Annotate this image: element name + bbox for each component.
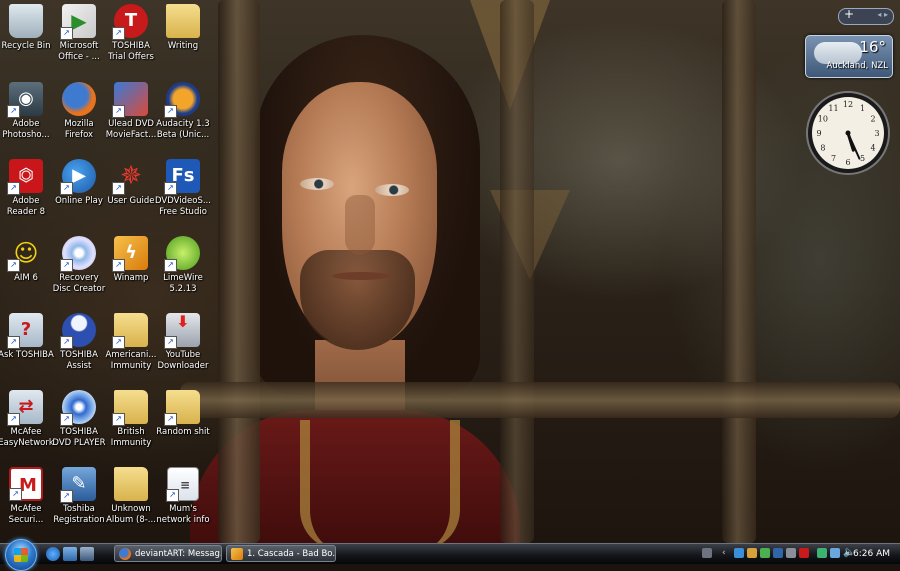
winamp-icon: ϟ ↗ [112,236,148,272]
desktop-icon-label: Mum's network info [156,504,210,525]
mcafee-icon: M ↗ [9,467,43,501]
desktop-icon-label: Writing [167,41,199,51]
clock-numeral: 3 [874,129,879,138]
windows-logo-icon [14,548,28,562]
clock-numeral: 9 [816,129,821,138]
desktop-icon-label: Random shit [156,427,210,437]
network-icon[interactable] [734,548,744,558]
internet-explorer-icon[interactable] [46,547,60,561]
wallpaper-gate-bar [722,0,756,543]
wallpaper-gate-bar [500,0,534,543]
limewire-icon: ↗ [164,236,200,272]
winamp-icon [231,548,243,560]
camera-icon: ◉ ↗ [7,82,43,118]
office-icon: ▶ ↗ [60,4,96,40]
wallpaper-robe-trim [300,420,460,543]
desktop-icon-label: YouTube Downloader [157,350,209,371]
mcafee-network-icon: ⇄ ↗ [7,390,43,426]
toshiba-icon: T ↗ [112,4,148,40]
weather-temperature: 16° [859,38,886,56]
desktop-icon-youtube-downloader[interactable]: ⬇ ↗ YouTube Downloader [152,311,214,386]
wallpaper-mouth [332,272,390,280]
desktop-icon-label: DVDVideoS... Free Studio [155,196,211,217]
wallpaper-gate-bar [218,0,260,543]
show-desktop-icon[interactable] [63,547,77,561]
taskbar-button-winamp[interactable]: 1. Cascada - Bad Bo... [226,545,336,562]
ask-icon: ? ↗ [7,313,43,349]
folder-icon [166,4,200,38]
desktop-icon-dvdvideosoft[interactable]: Fs ↗ DVDVideoS... Free Studio [152,157,214,232]
task-label: deviantART: Messag... [135,549,222,559]
dvd-icon: ↗ [60,390,96,426]
desktop-icon-limewire[interactable]: ↗ LimeWire 5.2.13 [152,234,214,309]
switch-windows-icon[interactable] [80,547,94,561]
tray-app-icon[interactable] [773,548,783,558]
sidebar-controls[interactable]: + ◂ ▸ [838,7,894,25]
firefox-icon [119,548,131,560]
clock-numeral: 7 [831,154,836,163]
assist-icon: ↗ [60,313,96,349]
clock-numeral: 4 [871,144,876,153]
clock-numeral: 5 [860,154,865,163]
recycle-bin-icon [9,4,43,38]
desktop-icon-audacity[interactable]: ↗ Audacity 1.3 Beta (Unic... [152,80,214,155]
expand-tray-icon[interactable]: ‹ [722,548,732,558]
battery-icon[interactable] [817,548,827,558]
weather-location: Auckland, NZL [826,61,888,71]
mcafee-tray-icon[interactable] [799,548,809,558]
firefox-icon [62,82,96,116]
clock-numeral: 2 [871,115,876,124]
weather-gadget[interactable]: 16° Auckland, NZL [805,35,893,78]
keyboard-icon[interactable] [702,548,712,558]
aim-icon: ☺ ↗ [7,236,43,272]
system-tray: ‹ 🔈 6:26 AM [700,545,900,563]
clock-numeral: 12 [843,100,853,109]
taskbar: deviantART: Messag... 1. Cascada - Bad B… [0,539,900,571]
gadget-nav-arrows-icon[interactable]: ◂ ▸ [877,10,888,19]
compass-icon: ✵ ↗ [112,159,148,195]
desktop-icon-random-folder[interactable]: ↗ Random shit [152,388,214,463]
folder-icon [114,467,148,501]
wallpaper-eye [300,178,334,190]
folder-icon: ↗ [164,390,200,426]
registration-icon: ✎ ↗ [60,467,96,503]
clock-gadget[interactable]: 1234567891011 12 [805,90,891,176]
taskbar-button-deviantart[interactable]: deviantART: Messag... [114,545,222,562]
clock-numeral: 10 [818,115,828,124]
wallpaper-nose [345,195,375,255]
add-gadget-icon[interactable]: + [844,7,854,21]
tray-app-icon[interactable] [786,548,796,558]
task-label: 1. Cascada - Bad Bo... [247,549,336,559]
folder-icon: ↗ [112,313,148,349]
adobe-reader-icon: ⏣ ↗ [7,159,43,195]
download-icon: ⬇ ↗ [164,313,200,349]
desktop-icon-label: Audacity 1.3 Beta (Unic... [156,119,210,140]
clock-numeral: 8 [820,144,825,153]
wireless-icon[interactable] [830,548,840,558]
clock-numeral: 1 [860,104,865,113]
wallpaper-gate-crossbar [180,382,900,418]
desktop-icon-network-info[interactable]: ≡ ↗ Mum's network info [152,465,214,540]
desktop-icon-grid: Recycle Bin ▶ ↗ Microsoft Office - ... T ↗… [0,0,220,543]
clock-center [845,130,851,136]
desktop-icon-label: LimeWire 5.2.13 [163,273,203,294]
clock-numeral: 11 [828,104,838,113]
tray-app-icon[interactable] [747,548,757,558]
folder-icon: ↗ [112,390,148,426]
disc-icon: ↗ [60,236,96,272]
ulead-icon: ↗ [112,82,148,118]
tray-app-icon[interactable] [760,548,770,558]
taskbar-clock[interactable]: 6:26 AM [853,545,890,563]
desktop-icon-writing-folder[interactable]: Writing [152,2,214,77]
play-icon: ▶ ↗ [60,159,96,195]
start-button[interactable] [5,539,37,571]
document-icon: ≡ ↗ [166,467,199,502]
audacity-icon: ↗ [164,82,200,118]
volume-icon[interactable]: 🔈 [843,548,855,558]
clock-numeral: 6 [845,158,850,167]
wallpaper-eye [375,184,409,196]
free-studio-icon: Fs ↗ [164,159,200,195]
